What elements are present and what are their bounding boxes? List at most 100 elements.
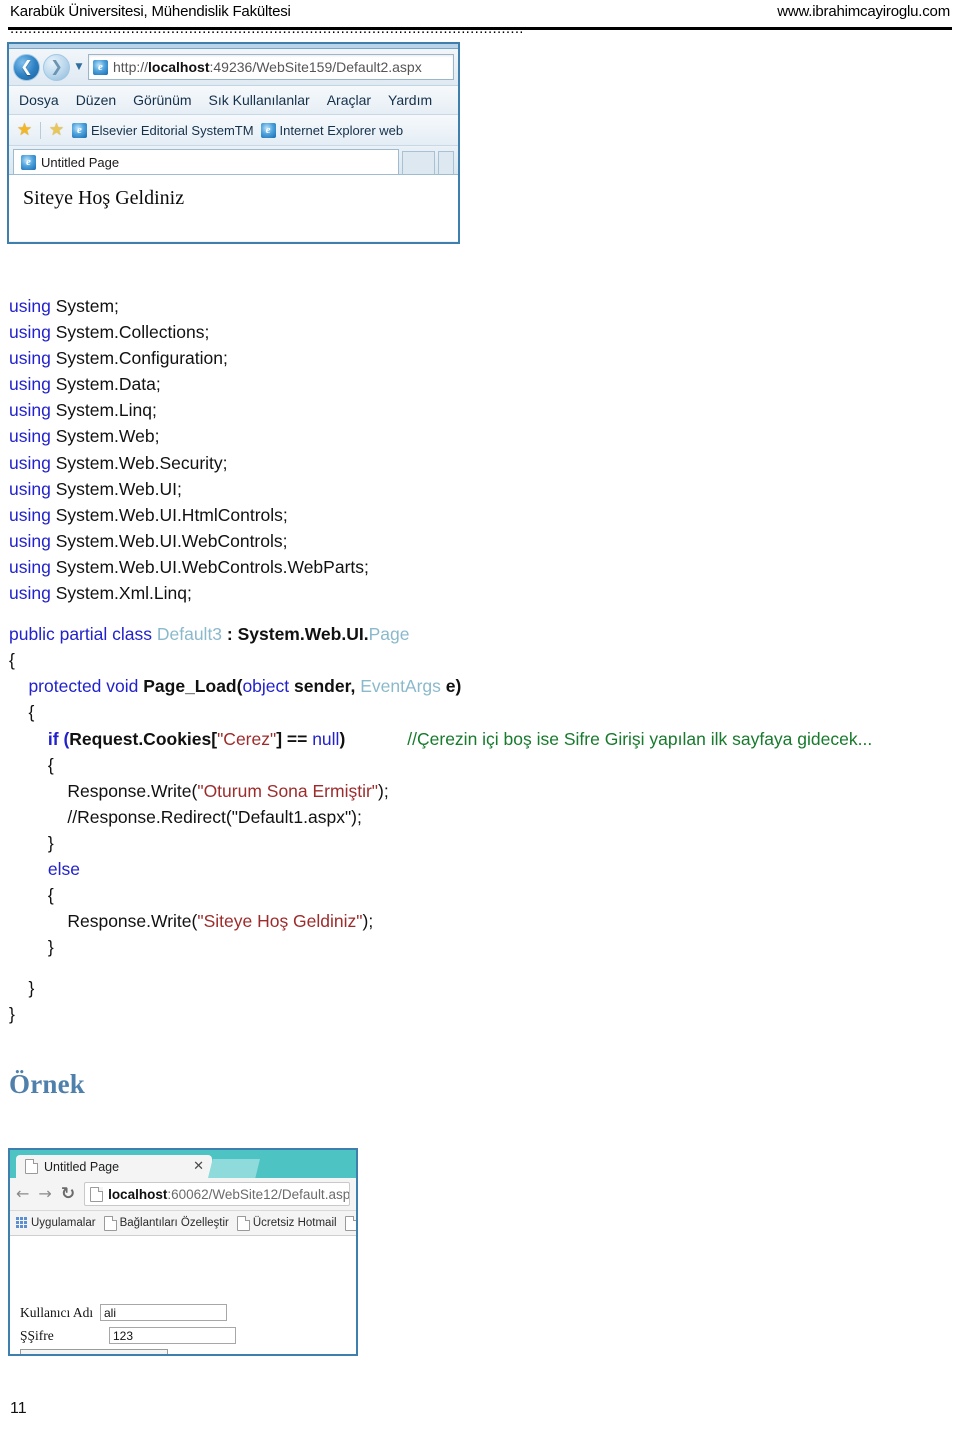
ie-tab-untitled-page[interactable]: e Untitled Page	[13, 149, 399, 174]
code-token: System.Linq;	[55, 400, 157, 421]
header-institution: Karabük Üniversitesi, Mühendislik Fakült…	[10, 3, 291, 20]
ie-navigation-bar: ❮ ❯ ▼ e http://localhost:49236/WebSite15…	[9, 49, 458, 86]
chrome-tab-untitled-page[interactable]: Untitled Page ✕	[16, 1155, 212, 1178]
reload-icon[interactable]: ↻	[61, 1185, 75, 1203]
chrome-address-bar[interactable]: localhost:60062/WebSite12/Default.aspx	[84, 1182, 350, 1206]
code-token: System.Web.UI.WebControls;	[55, 530, 288, 551]
code-line: //Response.Redirect("Default1.aspx");	[9, 804, 953, 830]
username-input[interactable]: ali	[100, 1304, 227, 1321]
code-line: {	[9, 647, 953, 673]
code-token: }	[9, 1004, 15, 1025]
code-token: System.Web;	[55, 426, 160, 447]
code-token: :	[222, 624, 238, 645]
password-input[interactable]: 123	[109, 1327, 236, 1344]
code-token: using	[9, 478, 56, 499]
menu-item-dosya[interactable]: Dosya	[19, 92, 59, 108]
ie-new-tab-button[interactable]	[402, 151, 435, 174]
code-line: Response.Write("Oturum Sona Ermiştir");	[9, 778, 953, 804]
code-line: }	[9, 830, 953, 856]
code-line: using System.Xml.Linq;	[9, 580, 953, 606]
code-line: using System;	[9, 293, 953, 319]
code-line: using System.Web.UI.WebControls.WebParts…	[9, 554, 953, 580]
ie-logo-icon: e	[21, 154, 36, 170]
back-arrow-icon[interactable]: ❮	[13, 53, 40, 81]
chevron-down-icon[interactable]: ▼	[73, 62, 85, 72]
code-token: Response.Write(	[9, 780, 198, 801]
page-icon	[344, 1215, 356, 1231]
favorites-divider	[40, 121, 41, 139]
code-token: e)	[440, 676, 462, 697]
code-line: Response.Write("Siteye Hoş Geldiniz");	[9, 908, 953, 934]
menu-item-yardim[interactable]: Yardım	[388, 92, 432, 108]
ie-welcome-text: Siteye Hoş Geldiniz	[23, 187, 185, 209]
code-line: using System.Web;	[9, 423, 953, 449]
favorite-label: Internet Explorer web	[279, 122, 404, 138]
code-line: {	[9, 882, 953, 908]
code-token: //Çerezin içi boş ise Sifre Girişi yapıl…	[407, 728, 873, 749]
code-token: }	[9, 978, 35, 999]
favorite-ie-web[interactable]: e Internet Explorer web	[260, 122, 404, 138]
star-icon[interactable]: ★	[16, 121, 33, 139]
code-token: Default3	[156, 624, 223, 645]
ie-logo-icon: e	[260, 122, 276, 138]
code-token: Page	[368, 624, 410, 645]
bookmark-ucretsiz-hotmail[interactable]: Ücretsiz Hotmail	[236, 1215, 337, 1231]
url-path: :60062/WebSite12/Default.aspx	[167, 1186, 350, 1202]
page-icon	[25, 1159, 38, 1174]
bookmark-windows[interactable]: Wir	[344, 1215, 356, 1231]
menu-item-araclar[interactable]: Araçlar	[327, 92, 371, 108]
code-token: Response.Write(	[9, 911, 198, 932]
code-token: );	[362, 911, 374, 932]
chrome-browser-screenshot: Untitled Page ✕ ← → ↻ localhost:60062/We…	[8, 1148, 358, 1356]
ie-tab-overflow[interactable]	[438, 151, 454, 174]
chrome-address-text: localhost:60062/WebSite12/Default.aspx	[108, 1186, 350, 1202]
code-token: System.Web.UI.	[237, 624, 369, 645]
bookmark-uygulamalar[interactable]: Uygulamalar	[16, 1217, 96, 1229]
code-line: using System.Linq;	[9, 397, 953, 423]
code-line: }	[9, 975, 953, 1001]
code-token: {	[9, 754, 54, 775]
code-token: {	[9, 702, 35, 723]
code-token: //Response.Redirect("Default1.aspx");	[9, 806, 362, 827]
code-token: System.Web.UI.WebControls.WebParts;	[55, 556, 369, 577]
chrome-navigation-bar: ← → ↻ localhost:60062/WebSite12/Default.…	[10, 1178, 356, 1211]
code-line: }	[9, 934, 953, 960]
favorite-elsevier[interactable]: e Elsevier Editorial SystemTM	[72, 122, 254, 138]
code-token: )	[339, 728, 346, 749]
code-token: using	[9, 556, 56, 577]
url-host: localhost	[148, 59, 210, 75]
code-line: using System.Web.UI.HtmlControls;	[9, 502, 953, 528]
page-number: 11	[10, 1400, 27, 1417]
chrome-page-content: Kullanıcı Adı ali ŞŞifre 123 Button	[10, 1236, 356, 1354]
ie-address-bar[interactable]: e http://localhost:49236/WebSite159/Defa…	[88, 54, 454, 80]
menu-item-sik-kullanilanlar[interactable]: Sık Kullanılanlar	[209, 92, 310, 108]
code-line: using System.Data;	[9, 371, 953, 397]
menu-item-gorunum[interactable]: Görünüm	[133, 92, 191, 108]
code-line: else	[9, 856, 953, 882]
menu-item-duzen[interactable]: Düzen	[76, 92, 116, 108]
bookmark-label: Bağlantıları Özelleştir	[119, 1217, 229, 1229]
code-line: }	[9, 1001, 953, 1027]
forward-arrow-icon[interactable]: ❯	[43, 53, 70, 81]
chrome-new-tab-button[interactable]	[208, 1159, 260, 1178]
code-token: System.Web.Security;	[55, 452, 228, 473]
back-arrow-icon[interactable]: ←	[16, 1186, 29, 1202]
submit-button[interactable]: Button	[20, 1349, 168, 1354]
close-icon[interactable]: ✕	[193, 1159, 204, 1174]
form-row-password: ŞŞifre 123	[20, 1327, 236, 1344]
forward-arrow-icon[interactable]: →	[38, 1186, 51, 1202]
page-icon	[103, 1215, 117, 1231]
bookmark-label: Uygulamalar	[31, 1217, 96, 1229]
code-token: "Siteye Hoş Geldiniz"	[197, 911, 363, 932]
star-add-icon[interactable]: ★	[48, 121, 65, 139]
chrome-bookmarks-bar: Uygulamalar Bağlantıları Özelleştir Ücre…	[10, 1211, 356, 1236]
code-line: {	[9, 752, 953, 778]
favorite-label: Elsevier Editorial SystemTM	[91, 122, 254, 138]
code-token: using	[9, 296, 56, 316]
bookmark-baglantilari-ozellestir[interactable]: Bağlantıları Özelleştir	[103, 1215, 229, 1231]
url-host: localhost	[108, 1186, 168, 1202]
code-token: protected void	[9, 676, 144, 697]
code-token: using	[9, 348, 56, 369]
